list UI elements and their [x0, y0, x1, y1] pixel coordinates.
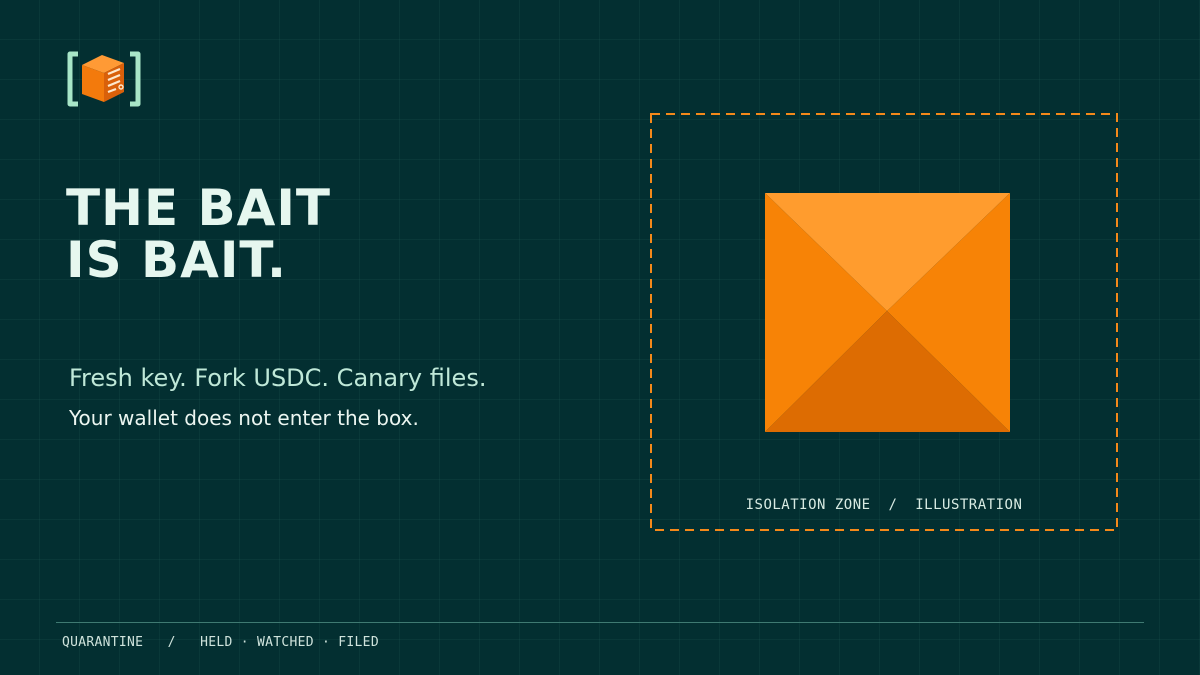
tagline: Fresh key. Fork USDC. Canary files. — [69, 364, 487, 392]
subline: Your wallet does not enter the box. — [69, 406, 419, 430]
headline-line-1: THE BAIT — [66, 179, 332, 237]
isolation-zone: ISOLATION ZONE / ILLUSTRATION — [650, 113, 1118, 531]
footer-caption: QUARANTINE / HELD · WATCHED · FILED — [62, 635, 379, 650]
bait-cube-icon — [765, 193, 1010, 432]
headline: THE BAIT IS BAIT. — [66, 182, 331, 286]
footer-divider — [56, 622, 1144, 623]
headline-line-2: IS BAIT. — [66, 231, 287, 289]
quarantine-box-icon — [66, 50, 142, 108]
isolation-zone-caption: ISOLATION ZONE / ILLUSTRATION — [745, 497, 1023, 513]
